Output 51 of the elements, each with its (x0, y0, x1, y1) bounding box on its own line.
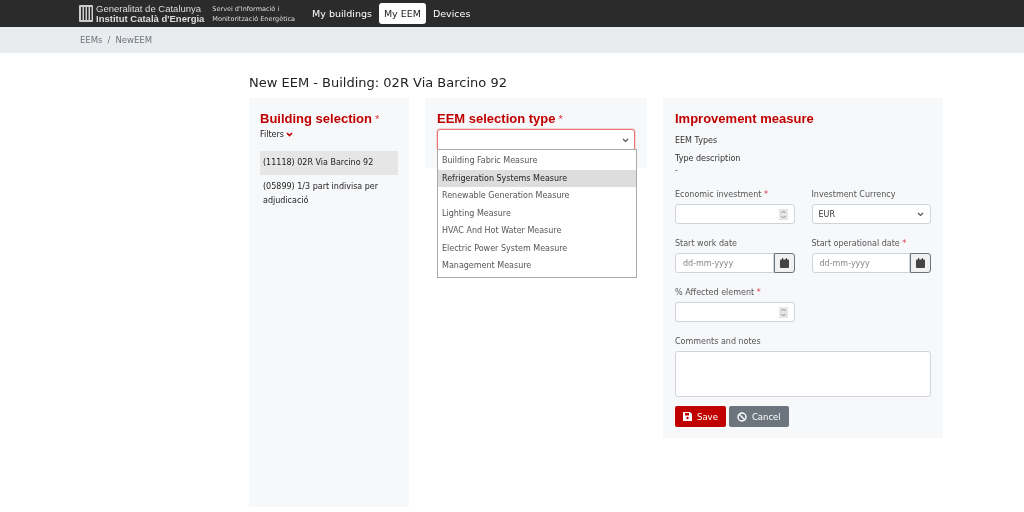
save-button[interactable]: Save (675, 406, 726, 427)
eem-type-select[interactable] (437, 129, 635, 151)
field-label: Comments and notes (675, 337, 762, 346)
calendar-button[interactable] (910, 253, 931, 273)
field-label: Economic investment * (675, 190, 769, 199)
dropdown-option[interactable]: Lighting Measure (438, 204, 636, 222)
dropdown-option[interactable]: Management Measure (438, 257, 636, 275)
breadcrumb-separator: / (107, 35, 111, 45)
dropdown-option[interactable]: Renewable Generation Measure (438, 187, 636, 205)
field-label: Start operational date * (811, 239, 908, 248)
building-item[interactable]: (11118) 02R Via Barcino 92 (260, 151, 398, 175)
number-field[interactable] (675, 204, 795, 224)
building-item[interactable]: (05899) 1/3 part indivisa per adjudicació (260, 175, 398, 213)
breadcrumb-link[interactable]: EEMs (80, 35, 103, 45)
field-label: Type description (675, 154, 742, 163)
page-title: New EEM - Building: 02R Via Barcino 92 (249, 75, 507, 90)
comments-field[interactable] (675, 351, 931, 397)
calendar-icon (916, 258, 925, 268)
number-field[interactable] (675, 302, 795, 322)
spinner-arrows-icon (778, 208, 788, 220)
chevron-down-icon (286, 132, 293, 137)
nav-tab[interactable]: Devices (427, 3, 476, 24)
logo-icon (79, 5, 93, 22)
brand-name: Institut Català d'Energia (96, 13, 205, 24)
section-heading: Building selection * (260, 111, 381, 126)
currency-select[interactable]: EUR (811, 204, 931, 224)
field-value: - (675, 166, 679, 175)
dropdown-option[interactable]: Building Fabric Measure (438, 152, 636, 170)
date-field[interactable]: dd-mm-yyyy (675, 253, 774, 273)
field-label: % Affected element * (675, 288, 762, 297)
dropdown-option[interactable]: Refrigeration Systems Measure (438, 169, 636, 187)
brand-name: Generalitat de Catalunya (96, 3, 202, 14)
section-heading: Improvement measure (675, 111, 815, 126)
date-field[interactable]: dd-mm-yyyy (811, 253, 910, 273)
field-label: Investment Currency (811, 190, 897, 199)
filters-toggle[interactable]: Filters (260, 130, 293, 139)
chevron-down-icon (622, 137, 629, 143)
calendar-icon (779, 258, 789, 268)
field-label: EEM Types (675, 136, 719, 145)
cancel-button[interactable]: Cancel (728, 406, 789, 427)
nav-tab[interactable]: My EEM (378, 3, 426, 24)
breadcrumb-current: NewEEM (115, 35, 152, 45)
prohibited-icon (736, 411, 747, 422)
calendar-button[interactable] (773, 253, 795, 273)
dropdown-option[interactable]: Electric Power System Measure (438, 239, 636, 257)
spinner-arrows-icon (779, 306, 788, 318)
field-label: Start work date (675, 239, 739, 248)
chevron-down-icon (917, 211, 924, 217)
dropdown-option[interactable]: HVAC And Hot Water Measure (438, 222, 636, 240)
nav-tab[interactable]: My buildings (307, 3, 377, 24)
section-heading: EEM selection type * (437, 111, 564, 126)
